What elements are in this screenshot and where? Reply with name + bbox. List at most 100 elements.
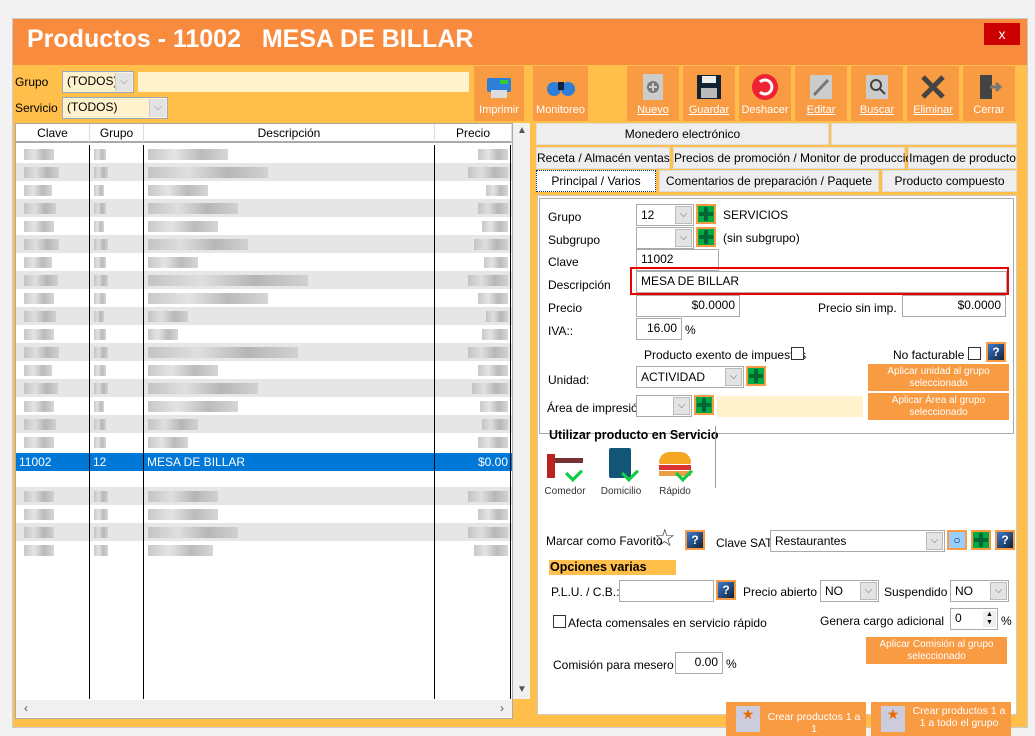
table-row[interactable] xyxy=(16,379,512,397)
exento-checkbox[interactable] xyxy=(791,347,804,360)
editar-button[interactable]: Editar xyxy=(795,66,847,121)
no-facturable-checkbox[interactable] xyxy=(968,347,981,360)
plu-help-button[interactable]: ? xyxy=(716,580,736,600)
genera-spinner[interactable]: 0 ▲ ▼ xyxy=(950,608,998,630)
suspendido-select[interactable]: NO ⌵ xyxy=(950,580,1009,602)
vertical-scrollbar[interactable]: ▲ ▼ xyxy=(513,123,530,699)
table-row[interactable] xyxy=(16,235,512,253)
servicio-rapido[interactable]: Rápido xyxy=(650,448,700,497)
iva-input[interactable]: 16.00 xyxy=(636,318,682,340)
table-row[interactable] xyxy=(16,433,512,451)
star-icon[interactable]: ☆ xyxy=(654,524,676,553)
table-row[interactable] xyxy=(16,181,512,199)
sat-help-button[interactable]: ? xyxy=(995,530,1015,550)
tab-imagen[interactable]: Imagen de producto xyxy=(908,147,1017,169)
table-row[interactable] xyxy=(16,217,512,235)
tab-receta[interactable]: Receta / Almacén ventas xyxy=(536,147,670,169)
add-sat-button[interactable] xyxy=(971,530,991,550)
table-row[interactable] xyxy=(16,361,512,379)
grupo-filter-select[interactable]: (TODOS) ⌵ xyxy=(62,71,134,93)
redacted-cell xyxy=(482,221,508,232)
precio-input[interactable]: $0.0000 xyxy=(636,295,740,317)
spinner-arrows-icon[interactable]: ▲ ▼ xyxy=(983,611,996,627)
scroll-down-icon[interactable]: ▼ xyxy=(517,684,527,695)
tab-monedero[interactable]: Monedero electrónico xyxy=(536,123,829,145)
help-button[interactable]: ? xyxy=(986,342,1006,362)
add-subgrupo-button[interactable] xyxy=(696,227,716,247)
table-row[interactable] xyxy=(16,487,512,505)
buscar-button[interactable]: Buscar xyxy=(851,66,903,121)
monitoreo-button[interactable]: Monitoreo xyxy=(533,66,588,121)
search-input[interactable] xyxy=(138,72,469,92)
table-row[interactable] xyxy=(16,163,512,181)
imprimir-button[interactable]: Imprimir xyxy=(474,66,524,121)
aplicar-comision-button[interactable]: Aplicar Comisión al grupo seleccionado xyxy=(866,637,1007,664)
scroll-right-icon[interactable]: › xyxy=(500,701,504,715)
add-unidad-button[interactable] xyxy=(746,366,766,386)
table-row[interactable] xyxy=(16,397,512,415)
cerrar-button[interactable]: Cerrar xyxy=(963,66,1015,121)
column-header-descripcion[interactable]: Descripción xyxy=(144,124,435,143)
area-select[interactable]: ⌵ xyxy=(636,395,692,417)
aplicar-area-button[interactable]: Aplicar Área al grupo seleccionado xyxy=(868,393,1009,420)
deshacer-button[interactable]: Deshacer xyxy=(739,66,791,121)
chevron-down-icon: ⌵ xyxy=(149,99,166,117)
plus-icon xyxy=(696,397,712,413)
tab-principal[interactable]: Principal / Varios xyxy=(536,170,656,192)
aplicar-unidad-button[interactable]: Aplicar unidad al grupo seleccionado xyxy=(868,364,1009,391)
table-row[interactable] xyxy=(16,415,512,433)
horizontal-scrollbar[interactable]: ‹ › xyxy=(16,700,512,717)
precio-abierto-select[interactable]: NO ⌵ xyxy=(820,580,879,602)
tab-producto-compuesto[interactable]: Producto compuesto xyxy=(882,170,1017,192)
table-row[interactable] xyxy=(16,541,512,559)
column-header-clave[interactable]: Clave xyxy=(16,124,90,143)
column-header-grupo[interactable]: Grupo xyxy=(90,124,144,143)
tab-precios-promocion[interactable]: Precios de promoción / Monitor de produc… xyxy=(673,147,919,169)
unidad-select[interactable]: ACTIVIDAD ⌵ xyxy=(636,366,744,388)
column-divider xyxy=(143,145,144,699)
plus-icon xyxy=(973,532,989,548)
scroll-left-icon[interactable]: ‹ xyxy=(24,701,28,715)
scroll-up-icon[interactable]: ▲ xyxy=(517,125,527,136)
redacted-cell xyxy=(148,293,268,304)
servicio-filter-select[interactable]: (TODOS) ⌵ xyxy=(62,97,168,119)
crear-grupo-button[interactable]: ★ Crear productos 1 a 1 a todo el grupo xyxy=(871,702,1011,736)
eliminar-button[interactable]: Eliminar xyxy=(907,66,959,121)
descripcion-input[interactable]: MESA DE BILLAR xyxy=(636,271,1007,293)
column-header-precio[interactable]: Precio xyxy=(435,124,512,143)
favorito-help-button[interactable]: ? xyxy=(685,530,705,550)
plu-input[interactable] xyxy=(619,580,714,602)
table-row[interactable] xyxy=(16,523,512,541)
table-row[interactable] xyxy=(16,271,512,289)
redacted-cell xyxy=(94,419,106,430)
table-row[interactable] xyxy=(16,505,512,523)
clave-sat-select[interactable]: Restaurantes ⌵ xyxy=(770,530,945,552)
table-row[interactable] xyxy=(16,325,512,343)
products-grid[interactable]: Clave Grupo Descripción Precio 11002 12 ME… xyxy=(15,123,513,719)
edit-icon xyxy=(810,75,832,99)
redacted-cell xyxy=(24,329,54,340)
guardar-button[interactable]: Guardar xyxy=(683,66,735,121)
comision-input[interactable]: 0.00 xyxy=(675,652,723,674)
subgrupo-select[interactable]: ⌵ xyxy=(636,227,694,249)
table-row[interactable] xyxy=(16,199,512,217)
servicio-comedor[interactable]: Comedor xyxy=(540,448,590,497)
table-row[interactable] xyxy=(16,343,512,361)
close-button[interactable]: x xyxy=(984,23,1020,45)
afecta-checkbox[interactable] xyxy=(553,615,566,628)
nuevo-button[interactable]: Nuevo xyxy=(627,66,679,121)
table-row[interactable] xyxy=(16,253,512,271)
precio-sin-imp-input[interactable]: $0.0000 xyxy=(902,295,1006,317)
table-row[interactable] xyxy=(16,289,512,307)
tab-comentarios[interactable]: Comentarios de preparación / Paquete xyxy=(659,170,879,192)
table-row[interactable] xyxy=(16,307,512,325)
add-grupo-button[interactable] xyxy=(696,204,716,224)
servicio-domicilio[interactable]: Domicilio xyxy=(596,448,646,497)
add-area-button[interactable] xyxy=(694,395,714,415)
redacted-cell xyxy=(472,383,508,394)
table-row-selected[interactable]: 11002 12 MESA DE BILLAR $0.00 xyxy=(16,453,512,471)
grupo-select[interactable]: 12 ⌵ xyxy=(636,204,694,226)
table-row[interactable] xyxy=(16,145,512,163)
crear-1a1-button[interactable]: ★ Crear productos 1 a 1 xyxy=(726,702,866,736)
search-sat-button[interactable]: ○ xyxy=(947,530,967,550)
